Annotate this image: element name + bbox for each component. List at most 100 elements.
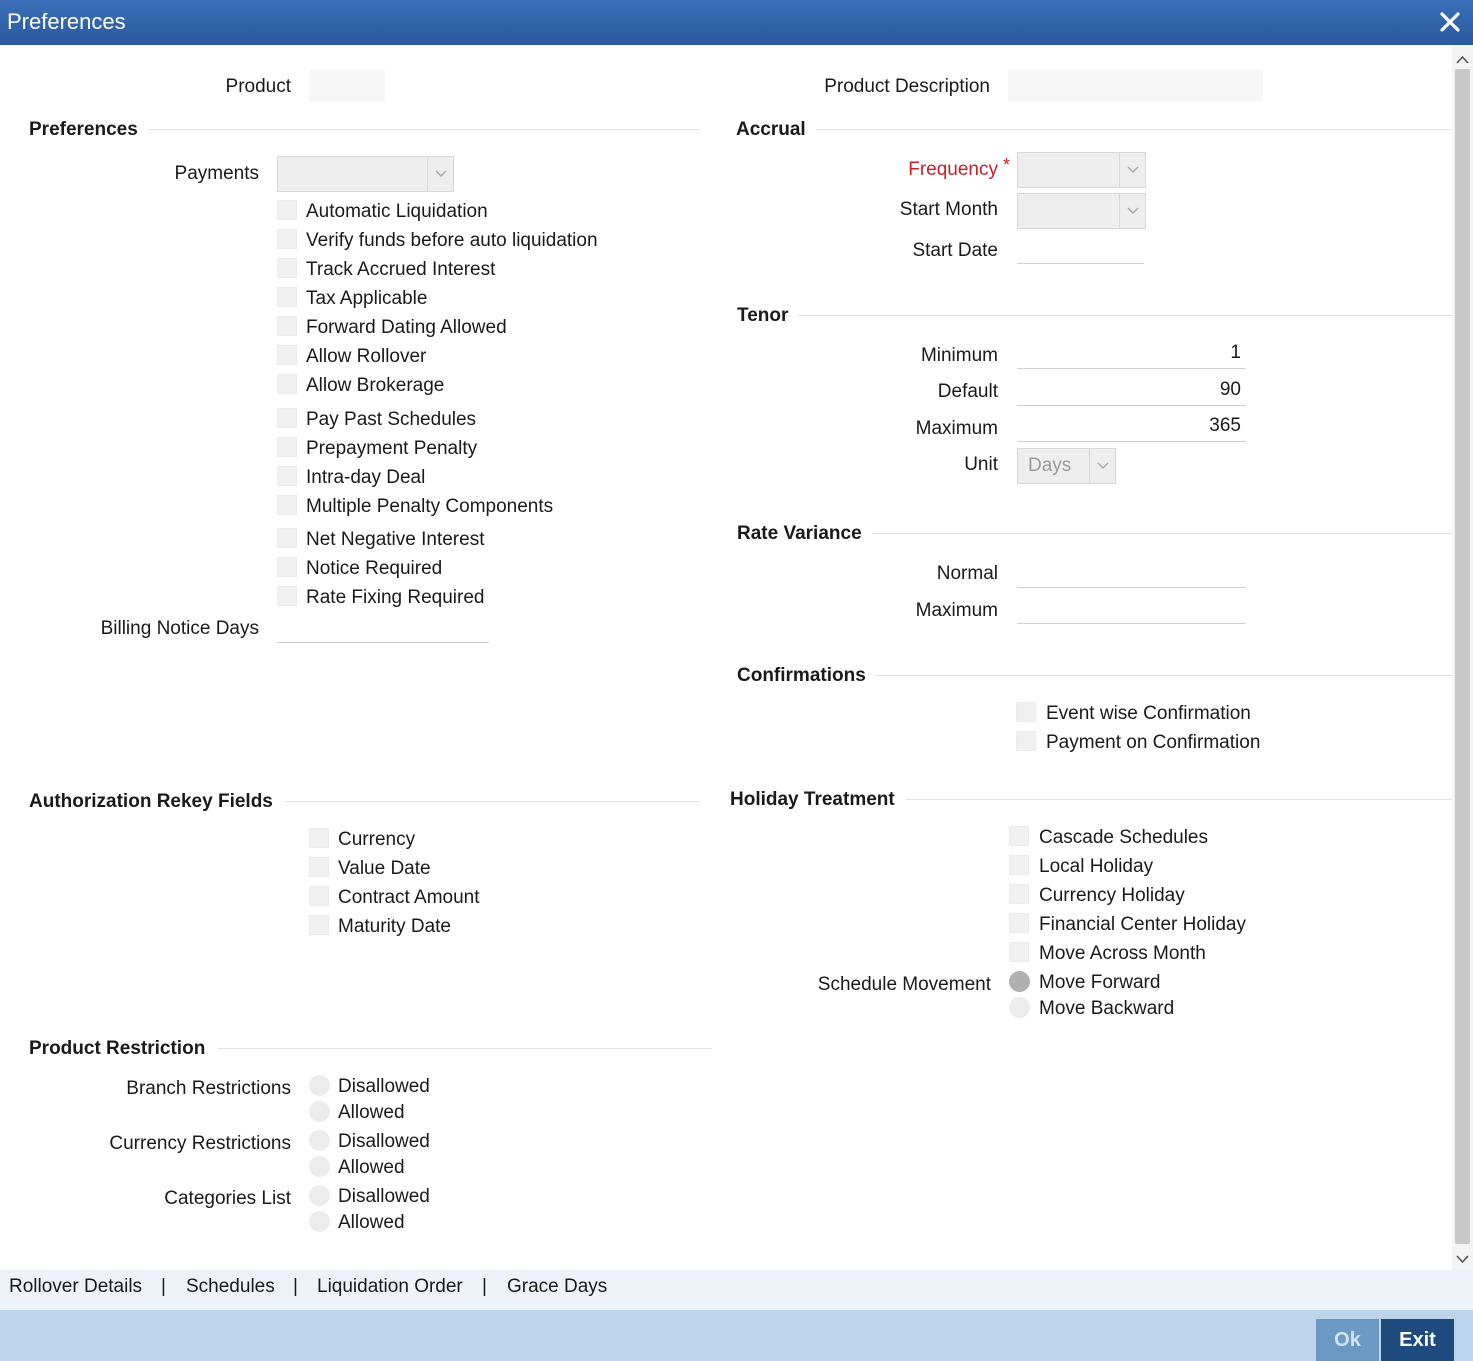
branch-allowed-radio[interactable]: [309, 1101, 330, 1122]
frequency-select[interactable]: [1017, 152, 1146, 188]
billing-notice-days-label: Billing Notice Days: [100, 618, 259, 639]
exit-button[interactable]: Exit: [1381, 1319, 1454, 1361]
tenor-minimum-input[interactable]: 1: [1017, 337, 1246, 369]
checkbox-label: Verify funds before auto liquidation: [306, 230, 598, 251]
divider: [872, 533, 1452, 534]
billing-notice-days-input[interactable]: [277, 611, 489, 643]
radio-label: Disallowed: [338, 1076, 430, 1097]
start-month-select[interactable]: [1017, 193, 1146, 229]
checkbox-label: Allow Rollover: [306, 346, 427, 367]
currency-disallowed-radio[interactable]: [309, 1130, 330, 1151]
pay-past-schedules-checkbox[interactable]: [277, 408, 297, 428]
divider: [906, 799, 1452, 800]
verify-funds-checkbox[interactable]: [277, 229, 297, 249]
checkbox-label: Forward Dating Allowed: [306, 317, 507, 338]
tenor-unit-value: Days: [1028, 455, 1072, 476]
sub-screen-tabs: Rollover Details | Schedules | Liquidati…: [0, 1270, 1473, 1310]
start-date-label: Start Date: [912, 240, 998, 261]
payment-on-confirmation-checkbox[interactable]: [1016, 731, 1036, 751]
checkbox-label: Rate Fixing Required: [306, 587, 485, 608]
chevron-up-icon[interactable]: [1456, 51, 1469, 69]
radio-label: Allowed: [338, 1157, 405, 1178]
categories-list-label: Categories List: [164, 1188, 291, 1209]
multiple-penalty-checkbox[interactable]: [277, 495, 297, 515]
local-holiday-checkbox[interactable]: [1009, 855, 1029, 875]
rekey-value-date-checkbox[interactable]: [309, 857, 329, 877]
allow-brokerage-checkbox[interactable]: [277, 374, 297, 394]
checkbox-label: Tax Applicable: [306, 288, 428, 309]
chevron-down-icon[interactable]: [1456, 1251, 1469, 1269]
prepayment-penalty-checkbox[interactable]: [277, 437, 297, 457]
allow-rollover-checkbox[interactable]: [277, 345, 297, 365]
checkbox-label: Track Accrued Interest: [306, 259, 496, 280]
checkbox-label: Financial Center Holiday: [1039, 914, 1246, 935]
product-label: Product: [225, 76, 291, 97]
checkbox-label: Currency Holiday: [1039, 885, 1185, 906]
tenor-maximum-input[interactable]: 365: [1017, 410, 1246, 442]
rekey-contract-amount-checkbox[interactable]: [309, 886, 329, 906]
frequency-label: Frequency: [820, 159, 998, 181]
tab-separator: |: [161, 1276, 166, 1297]
tab-rollover-details[interactable]: Rollover Details: [9, 1276, 142, 1298]
rate-variance-normal-label: Normal: [936, 563, 998, 584]
checkbox-label: Maturity Date: [338, 916, 451, 937]
event-wise-confirmation-checkbox[interactable]: [1016, 702, 1036, 722]
rate-variance-normal-input[interactable]: [1017, 556, 1246, 588]
checkbox-label: Currency: [338, 829, 416, 850]
tax-applicable-checkbox[interactable]: [277, 287, 297, 307]
tenor-minimum-label: Minimum: [920, 345, 998, 366]
tenor-maximum-label: Maximum: [915, 418, 998, 439]
branch-restrictions-label: Branch Restrictions: [126, 1078, 291, 1099]
currency-holiday-checkbox[interactable]: [1009, 884, 1029, 904]
product-field[interactable]: [309, 70, 385, 102]
tab-schedules[interactable]: Schedules: [186, 1276, 275, 1298]
scrollbar-thumb[interactable]: [1455, 69, 1470, 1244]
tab-liquidation-order[interactable]: Liquidation Order: [317, 1276, 463, 1298]
start-date-input[interactable]: [1017, 232, 1144, 264]
branch-disallowed-radio[interactable]: [309, 1075, 330, 1096]
rate-variance-maximum-input[interactable]: [1017, 592, 1246, 624]
checkbox-label: Value Date: [338, 858, 431, 879]
move-forward-radio[interactable]: [1009, 971, 1030, 992]
notice-required-checkbox[interactable]: [277, 557, 297, 577]
track-accrued-interest-checkbox[interactable]: [277, 258, 297, 278]
currency-allowed-radio[interactable]: [309, 1156, 330, 1177]
forward-dating-checkbox[interactable]: [277, 316, 297, 336]
checkbox-label: Net Negative Interest: [306, 529, 485, 550]
vertical-scrollbar[interactable]: [1452, 45, 1473, 1270]
tenor-default-input[interactable]: 90: [1017, 374, 1246, 406]
divider: [876, 675, 1452, 676]
net-negative-interest-checkbox[interactable]: [277, 528, 297, 548]
close-icon[interactable]: [1437, 9, 1463, 35]
divider: [285, 801, 700, 802]
tab-grace-days[interactable]: Grace Days: [507, 1276, 607, 1298]
cascade-schedules-checkbox[interactable]: [1009, 826, 1029, 846]
checkbox-label: Allow Brokerage: [306, 375, 445, 396]
tenor-default-label: Default: [937, 381, 998, 402]
move-backward-radio[interactable]: [1009, 997, 1030, 1018]
checkbox-label: Event wise Confirmation: [1046, 703, 1251, 724]
window-title: Preferences: [7, 9, 126, 34]
rate-fixing-required-checkbox[interactable]: [277, 586, 297, 606]
schedule-movement-label: Schedule Movement: [817, 974, 991, 995]
move-across-month-checkbox[interactable]: [1009, 942, 1029, 962]
rekey-currency-checkbox[interactable]: [309, 828, 329, 848]
intra-day-deal-checkbox[interactable]: [277, 466, 297, 486]
section-accrual: Accrual: [736, 119, 806, 140]
payments-label: Payments: [174, 163, 259, 184]
financial-center-holiday-checkbox[interactable]: [1009, 913, 1029, 933]
required-mark: *: [1003, 155, 1011, 175]
chevron-down-icon: [1119, 194, 1145, 228]
tenor-unit-select[interactable]: Days: [1017, 448, 1116, 484]
categories-disallowed-radio[interactable]: [309, 1185, 330, 1206]
ok-button[interactable]: Ok: [1316, 1319, 1379, 1361]
section-preferences: Preferences: [29, 119, 138, 140]
payments-select[interactable]: [277, 156, 454, 192]
checkbox-label: Payment on Confirmation: [1046, 732, 1261, 753]
rekey-maturity-date-checkbox[interactable]: [309, 915, 329, 935]
product-description-field[interactable]: [1008, 70, 1263, 102]
automatic-liquidation-checkbox[interactable]: [277, 200, 297, 220]
categories-allowed-radio[interactable]: [309, 1211, 330, 1232]
divider: [797, 315, 1452, 316]
chevron-down-icon: [1119, 153, 1145, 187]
